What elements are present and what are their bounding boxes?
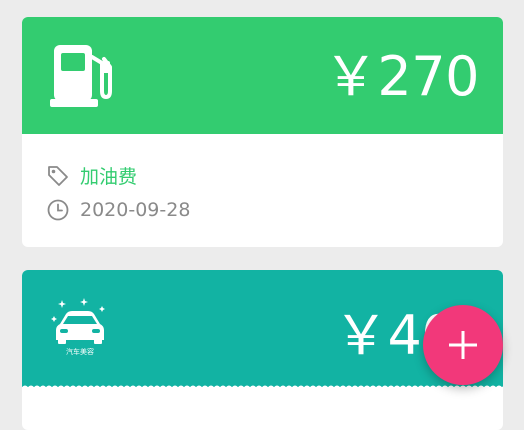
plus-icon xyxy=(449,331,477,359)
car-wash-icon: 汽车美容 xyxy=(51,298,105,356)
expense-card[interactable]: ￥270 加油费 2020-09-28 xyxy=(22,17,503,247)
gas-pump-icon xyxy=(50,45,112,107)
expense-date: 2020-09-28 xyxy=(46,198,190,222)
car-icon-caption: 汽车美容 xyxy=(66,347,94,356)
expense-category: 加油费 xyxy=(46,162,137,189)
tag-icon xyxy=(48,165,68,186)
add-record-button[interactable] xyxy=(423,305,503,385)
expense-amount: ￥270 xyxy=(323,45,480,108)
card-header: ￥270 xyxy=(22,17,503,138)
scalloped-edge xyxy=(22,132,503,138)
date-label: 2020-09-28 xyxy=(80,199,191,221)
scalloped-edge xyxy=(22,383,503,389)
clock-icon xyxy=(47,199,69,221)
category-label: 加油费 xyxy=(80,166,138,188)
